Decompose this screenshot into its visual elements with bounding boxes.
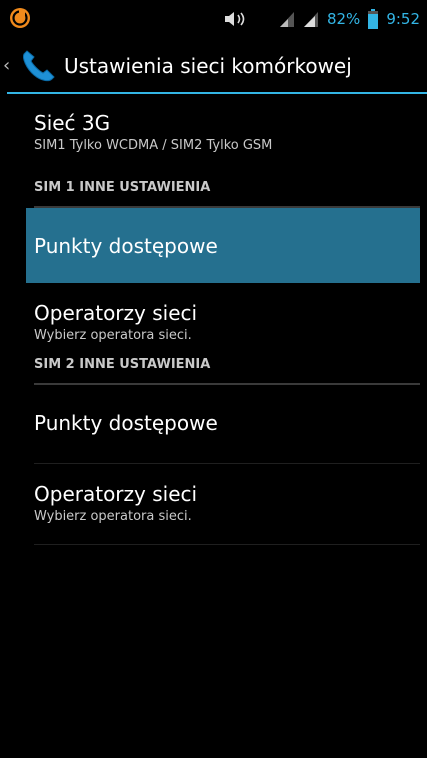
page-title: Ustawienia sieci komórkowej [64, 54, 352, 78]
status-icons: 82% 9:52 [223, 0, 420, 38]
sim2-access-points-item[interactable]: Punkty dostępowe [7, 385, 420, 463]
item-summary: SIM1 Tylko WCDMA / SIM2 Tylko GSM [34, 138, 273, 153]
action-bar: ‹ Ustawienia sieci komórkowej [3, 38, 420, 94]
signal-sim2-icon [303, 12, 318, 27]
status-bar: 82% 9:52 [7, 0, 420, 38]
cm-launcher-icon [10, 8, 30, 28]
item-title: Sieć 3G [34, 111, 111, 135]
category-label: SIM 2 INNE USTAWIENIA [34, 357, 211, 372]
battery-icon [368, 9, 379, 29]
item-title: Punkty dostępowe [34, 411, 218, 435]
chevron-left-icon[interactable]: ‹ [3, 55, 10, 76]
sim1-access-points-item[interactable]: Punkty dostępowe [26, 208, 420, 283]
category-label: SIM 1 INNE USTAWIENIA [34, 180, 211, 195]
battery-percent: 82% [326, 10, 361, 28]
phone-icon[interactable] [18, 48, 58, 84]
list-divider [34, 544, 420, 545]
signal-sim1-icon [279, 12, 294, 27]
sim2-category-header: SIM 2 INNE USTAWIENIA [7, 349, 420, 385]
network-3g-item[interactable]: Sieć 3G SIM1 Tylko WCDMA / SIM2 Tylko GS… [7, 94, 420, 172]
item-summary: Wybierz operatora sieci. [34, 328, 192, 343]
item-title: Punkty dostępowe [34, 234, 218, 258]
clock: 9:52 [386, 10, 420, 28]
sim2-network-operators-item[interactable]: Operatorzy sieci Wybierz operatora sieci… [7, 464, 420, 544]
sim1-category-header: SIM 1 INNE USTAWIENIA [7, 172, 420, 208]
item-title: Operatorzy sieci [34, 301, 198, 325]
screen: 82% 9:52 ‹ Ustawienia sieci komórkowej S… [0, 0, 427, 758]
volume-icon [224, 12, 245, 26]
settings-screen: 82% 9:52 ‹ Ustawienia sieci komórkowej S… [3, 0, 427, 758]
settings-list: Sieć 3G SIM1 Tylko WCDMA / SIM2 Tylko GS… [7, 94, 420, 545]
item-title: Operatorzy sieci [34, 482, 198, 506]
item-summary: Wybierz operatora sieci. [34, 509, 192, 524]
